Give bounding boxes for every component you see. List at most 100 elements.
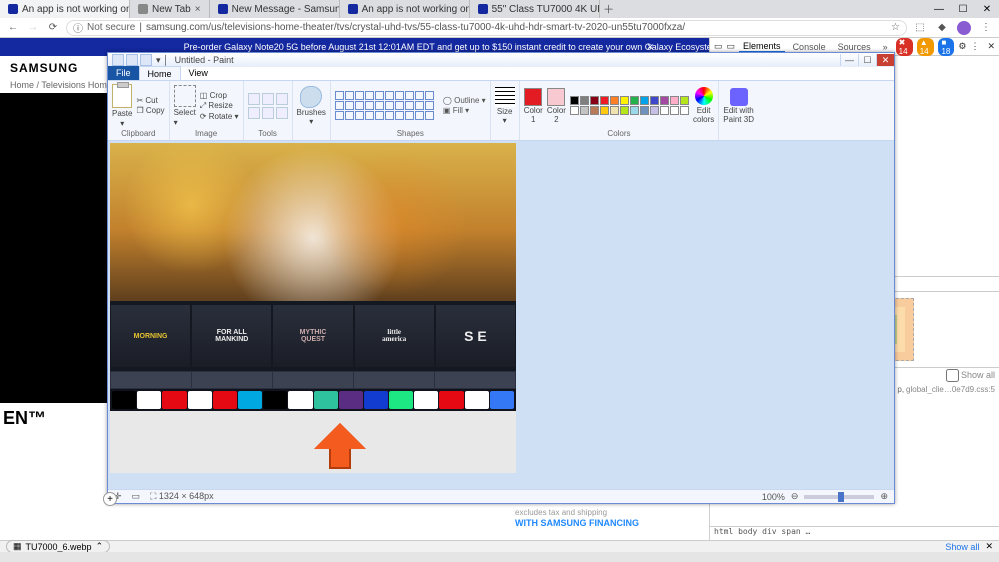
showall-checkbox[interactable]: [946, 369, 959, 382]
financing-link[interactable]: WITH SAMSUNG FINANCING: [515, 518, 639, 528]
shape-icon[interactable]: [335, 111, 344, 120]
device-icon[interactable]: ▭: [727, 41, 736, 52]
browser-tab[interactable]: An app is not working on my TV×: [340, 0, 470, 18]
file-tab[interactable]: File: [108, 66, 139, 80]
edit-colors-button[interactable]: Edit colors: [693, 87, 714, 124]
color1-button[interactable]: Color 1: [524, 88, 543, 124]
shape-icon[interactable]: [365, 91, 374, 100]
color2-button[interactable]: Color 2: [547, 88, 566, 124]
shape-icon[interactable]: [365, 101, 374, 110]
home-tab[interactable]: Home: [139, 66, 181, 80]
palette-swatch[interactable]: [610, 96, 619, 105]
palette-swatch[interactable]: [650, 106, 659, 115]
chrome-minimize-icon[interactable]: —: [927, 0, 951, 18]
show-all-link[interactable]: Show all: [945, 542, 979, 552]
copy-button[interactable]: ❐ Copy: [136, 106, 164, 115]
paint3d-button[interactable]: Edit with Paint 3D: [723, 88, 754, 124]
shape-icon[interactable]: [415, 91, 424, 100]
maximize-icon[interactable]: ☐: [858, 54, 876, 66]
paint-document[interactable]: MORNING FOR ALL MANKIND MYTHIC QUEST lit…: [110, 143, 516, 473]
palette-swatch[interactable]: [640, 106, 649, 115]
cut-button[interactable]: ✂ Cut: [136, 96, 164, 105]
palette-swatch[interactable]: [620, 96, 629, 105]
palette-swatch[interactable]: [640, 96, 649, 105]
fill-button[interactable]: ▣ Fill ▾: [443, 106, 486, 115]
rotate-button[interactable]: ⟳ Rotate ▾: [200, 112, 239, 121]
redo-icon[interactable]: [140, 54, 152, 66]
shape-icon[interactable]: [415, 101, 424, 110]
save-icon[interactable]: [112, 54, 124, 66]
palette-swatch[interactable]: [630, 106, 639, 115]
shape-icon[interactable]: [395, 111, 404, 120]
palette-swatch[interactable]: [590, 96, 599, 105]
chrome-close-icon[interactable]: ✕: [975, 0, 999, 18]
shape-icon[interactable]: [385, 111, 394, 120]
settings-icon[interactable]: ⚙: [958, 41, 966, 52]
palette-swatch[interactable]: [660, 106, 669, 115]
palette-swatch[interactable]: [660, 96, 669, 105]
inspect-icon[interactable]: ▭: [714, 41, 723, 52]
shape-icon[interactable]: [425, 101, 434, 110]
palette-swatch[interactable]: [680, 106, 689, 115]
paste-button[interactable]: Paste▾: [112, 84, 132, 128]
browser-tab[interactable]: New Tab×: [130, 0, 210, 18]
devtools-tab[interactable]: Elements: [739, 41, 785, 53]
info-count[interactable]: ■ 18: [938, 38, 954, 56]
fill-icon[interactable]: [262, 93, 274, 105]
palette-swatch[interactable]: [670, 96, 679, 105]
shape-icon[interactable]: [385, 91, 394, 100]
palette-swatch[interactable]: [620, 106, 629, 115]
picker-icon[interactable]: [262, 107, 274, 119]
shape-icon[interactable]: [345, 111, 354, 120]
close-icon[interactable]: ✕: [646, 42, 654, 53]
shape-icon[interactable]: [425, 91, 434, 100]
devtools-tab[interactable]: Sources: [834, 42, 875, 52]
tools-palette[interactable]: [248, 93, 288, 119]
palette-swatch[interactable]: [580, 106, 589, 115]
shape-icon[interactable]: [345, 91, 354, 100]
menu-icon[interactable]: ⋮: [970, 41, 979, 52]
shape-icon[interactable]: [345, 101, 354, 110]
shape-icon[interactable]: [405, 91, 414, 100]
shape-icon[interactable]: [415, 111, 424, 120]
shape-icon[interactable]: [425, 111, 434, 120]
shape-icon[interactable]: [355, 111, 364, 120]
browser-tab[interactable]: New Message - Samsung Com…×: [210, 0, 340, 18]
add-slide-button[interactable]: +: [103, 492, 117, 506]
zoom-control[interactable]: 100% ⊖ ⊕: [762, 491, 888, 502]
shape-icon[interactable]: [385, 101, 394, 110]
error-count[interactable]: ✖ 14: [896, 38, 913, 56]
palette-swatch[interactable]: [680, 96, 689, 105]
close-icon[interactable]: ×: [195, 4, 201, 15]
size-button[interactable]: Size▾: [495, 87, 515, 125]
close-icon[interactable]: ✕: [876, 54, 894, 66]
shape-icon[interactable]: [375, 111, 384, 120]
extension-icon[interactable]: ◆: [935, 21, 949, 35]
close-icon[interactable]: ✕: [987, 41, 995, 52]
menu-icon[interactable]: ⋮: [979, 21, 993, 35]
shape-icon[interactable]: [375, 101, 384, 110]
outline-button[interactable]: ◯ Outline ▾: [443, 96, 486, 105]
palette-swatch[interactable]: [570, 106, 579, 115]
palette-swatch[interactable]: [630, 96, 639, 105]
brushes-button[interactable]: Brushes▾: [297, 86, 326, 126]
browser-tab[interactable]: An app is not working on my TV×: [0, 0, 130, 18]
forward-icon[interactable]: →: [26, 21, 40, 35]
browser-tab[interactable]: 55" Class TU7000 4K UHD HDR …×: [470, 0, 600, 18]
palette-swatch[interactable]: [600, 106, 609, 115]
minimize-icon[interactable]: —: [840, 54, 858, 66]
omnibox[interactable]: ⓘ Not secure | samsung.com/us/television…: [66, 20, 907, 36]
shape-icon[interactable]: [335, 101, 344, 110]
back-icon[interactable]: ←: [6, 21, 20, 35]
extension-icon[interactable]: ⬚: [913, 21, 927, 35]
paint-titlebar[interactable]: ▾ │ Untitled - Paint — ☐ ✕: [108, 53, 894, 67]
crop-button[interactable]: ◫ Crop: [200, 91, 239, 100]
color-palette[interactable]: [570, 96, 689, 115]
devtools-tab[interactable]: Console: [789, 42, 830, 52]
warn-count[interactable]: ▲ 14: [917, 38, 935, 56]
palette-swatch[interactable]: [610, 106, 619, 115]
shape-icon[interactable]: [355, 101, 364, 110]
shape-icon[interactable]: [405, 101, 414, 110]
palette-swatch[interactable]: [650, 96, 659, 105]
shape-icon[interactable]: [355, 91, 364, 100]
